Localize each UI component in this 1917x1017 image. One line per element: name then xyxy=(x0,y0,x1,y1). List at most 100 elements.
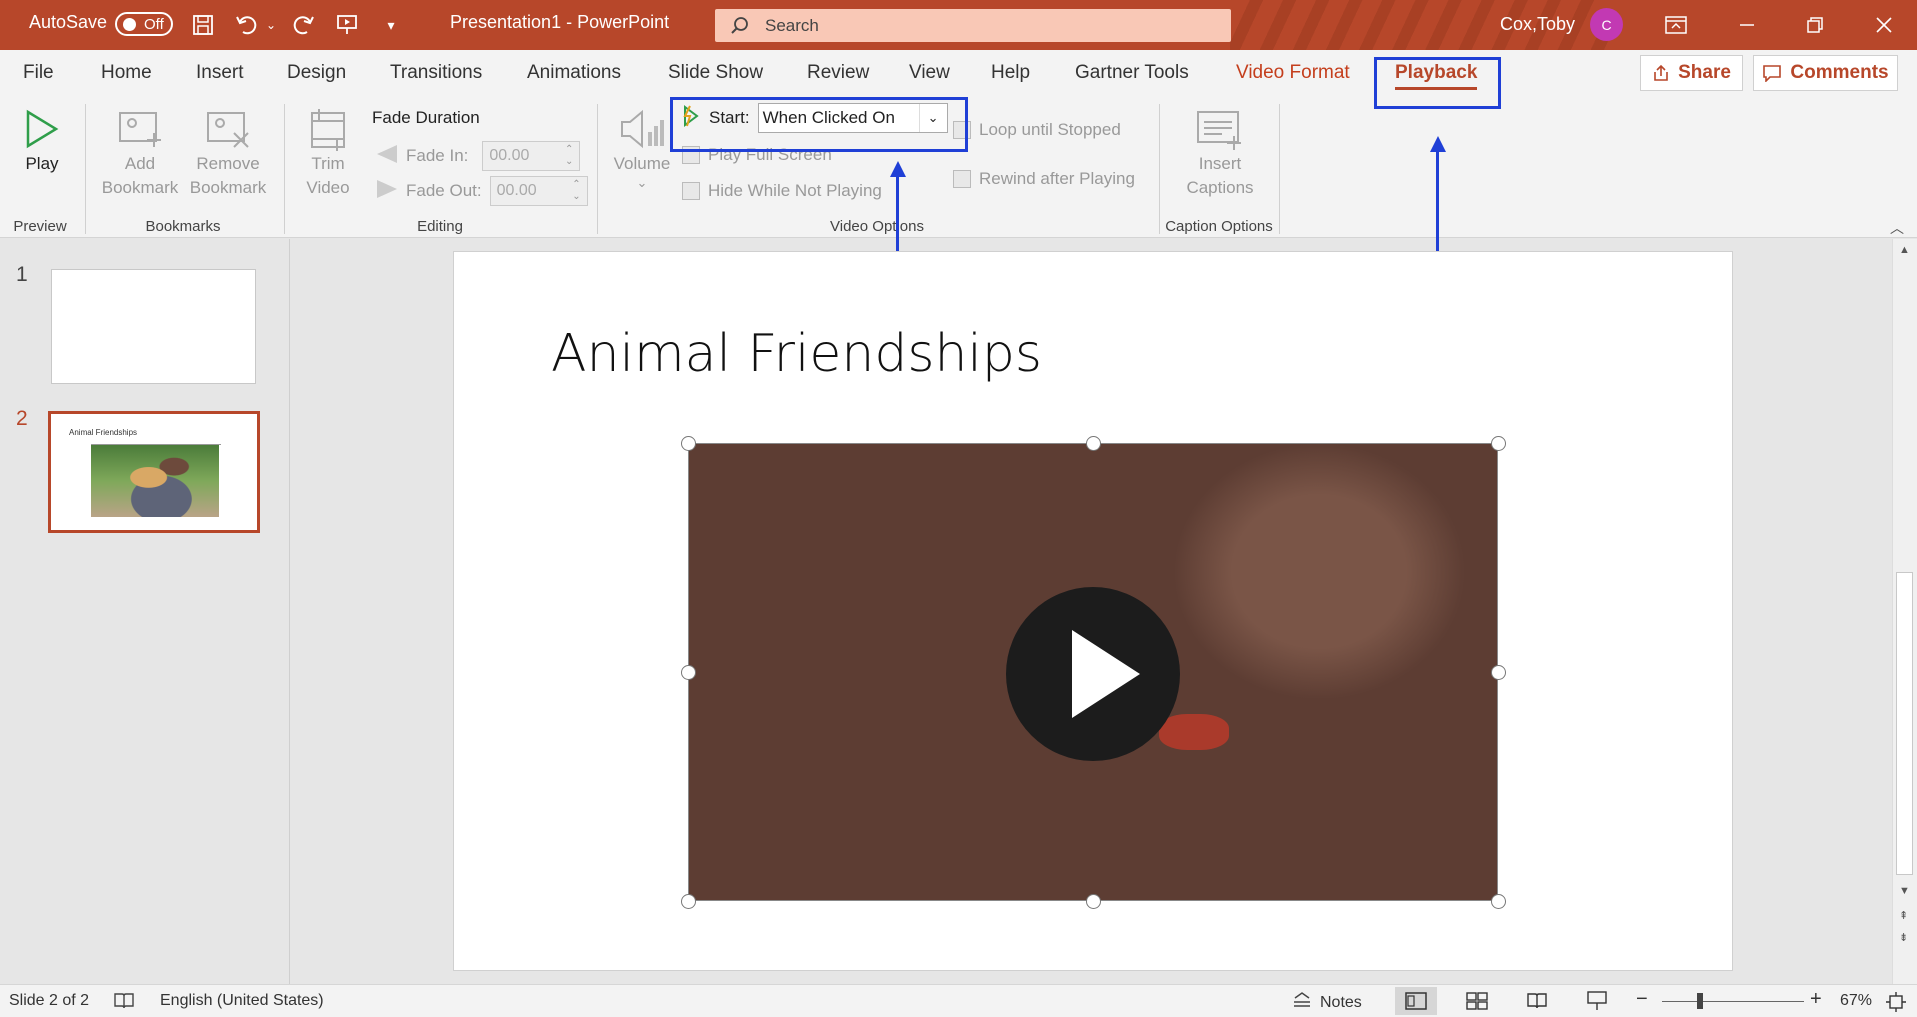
comments-button[interactable]: Comments xyxy=(1753,55,1898,91)
slide-canvas[interactable]: Animal Friendships xyxy=(453,251,1733,971)
tab-review[interactable]: Review xyxy=(807,62,869,84)
redo-icon[interactable] xyxy=(288,10,318,40)
rewind-after-playing-checkbox[interactable]: Rewind after Playing xyxy=(953,169,1135,189)
tab-transitions[interactable]: Transitions xyxy=(390,62,482,84)
add-bookmark-button[interactable]: Add Bookmark xyxy=(98,106,182,200)
tab-animations[interactable]: Animations xyxy=(527,62,621,84)
avatar[interactable]: C xyxy=(1590,8,1623,41)
zoom-level[interactable]: 67% xyxy=(1840,992,1872,1010)
hide-while-not-playing-checkbox[interactable]: Hide While Not Playing xyxy=(682,181,882,201)
tab-gartner-tools[interactable]: Gartner Tools xyxy=(1075,62,1189,84)
insert-captions-button[interactable]: Insert Captions xyxy=(1166,106,1274,200)
customize-qat-icon[interactable]: ▾ xyxy=(376,10,406,40)
vertical-scrollbar[interactable]: ▲ ▼ ⇞ ⇟ xyxy=(1892,239,1917,984)
scroll-up-icon[interactable]: ▲ xyxy=(1899,244,1910,256)
insert-captions-label-1: Insert xyxy=(1198,154,1242,173)
trim-video-icon xyxy=(308,106,348,152)
slide-thumbnail-2[interactable]: Animal Friendships xyxy=(48,411,260,533)
zoom-in-button[interactable]: + xyxy=(1810,988,1822,1011)
search-icon xyxy=(715,16,765,36)
scrollbar-thumb[interactable] xyxy=(1896,572,1913,875)
add-bookmark-icon xyxy=(118,106,162,152)
collapse-ribbon-icon[interactable]: ︿ xyxy=(1890,218,1904,238)
fade-in-value: 00.00 xyxy=(489,147,530,164)
tab-file[interactable]: File xyxy=(23,62,54,84)
rewind-after-playing-label: Rewind after Playing xyxy=(979,169,1135,188)
share-button[interactable]: Share xyxy=(1640,55,1743,91)
resize-handle[interactable] xyxy=(1086,894,1101,909)
resize-handle[interactable] xyxy=(681,665,696,680)
video-object[interactable] xyxy=(688,443,1498,901)
insert-captions-icon xyxy=(1196,106,1244,152)
resize-handle[interactable] xyxy=(1491,894,1506,909)
minimize-icon[interactable] xyxy=(1727,10,1767,40)
slide-thumbnail-1[interactable] xyxy=(51,269,256,384)
resize-handle[interactable] xyxy=(1491,665,1506,680)
zoom-slider[interactable] xyxy=(1662,1001,1804,1002)
autosave-toggle[interactable]: Off xyxy=(115,12,173,36)
highlight-start-option xyxy=(670,97,968,152)
separator xyxy=(597,104,598,234)
autosave-label: AutoSave xyxy=(29,12,108,32)
tab-video-format[interactable]: Video Format xyxy=(1236,62,1350,84)
volume-button[interactable]: Volume ⌄ xyxy=(608,106,676,190)
autosave-state: Off xyxy=(144,15,164,33)
search-placeholder: Search xyxy=(765,15,819,35)
volume-dropdown-icon: ⌄ xyxy=(636,175,648,190)
highlight-playback-tab xyxy=(1374,57,1501,109)
notes-button[interactable]: Notes xyxy=(1292,992,1362,1013)
previous-slide-icon[interactable]: ⇞ xyxy=(1899,909,1908,922)
resize-handle[interactable] xyxy=(681,436,696,451)
save-icon[interactable] xyxy=(188,10,218,40)
play-label: Play xyxy=(25,154,59,173)
comment-icon xyxy=(1763,65,1782,82)
loop-until-stopped-checkbox[interactable]: Loop until Stopped xyxy=(953,120,1121,140)
close-icon[interactable] xyxy=(1864,10,1904,40)
tab-insert[interactable]: Insert xyxy=(196,62,244,84)
accessibility-icon[interactable] xyxy=(113,992,135,1010)
slide-thumbnail-pane: 1 2 Animal Friendships xyxy=(0,239,290,984)
zoom-slider-thumb[interactable] xyxy=(1697,993,1703,1009)
toggle-knob xyxy=(123,17,136,31)
fit-to-window-icon[interactable] xyxy=(1886,992,1906,1012)
group-editing-label: Editing xyxy=(417,218,463,235)
fade-out-spinner[interactable]: 00.00 ⌃ ⌄ xyxy=(489,176,588,206)
trim-video-button[interactable]: Trim Video xyxy=(300,106,356,200)
next-slide-icon[interactable]: ⇟ xyxy=(1899,931,1908,944)
search-box[interactable]: Search xyxy=(715,9,1231,42)
separator xyxy=(85,104,86,234)
user-name[interactable]: Cox,Toby xyxy=(1500,14,1575,35)
video-play-icon[interactable] xyxy=(1006,587,1180,761)
remove-bookmark-icon xyxy=(206,106,250,152)
loop-until-stopped-label: Loop until Stopped xyxy=(979,120,1121,139)
ribbon-display-options-icon[interactable] xyxy=(1656,10,1696,40)
reading-view-icon[interactable] xyxy=(1516,987,1558,1015)
remove-bookmark-button[interactable]: Remove Bookmark xyxy=(185,106,271,200)
undo-dropdown-icon[interactable]: ⌄ xyxy=(262,10,280,40)
tab-design[interactable]: Design xyxy=(287,62,346,84)
slide-title[interactable]: Animal Friendships xyxy=(551,324,1042,384)
play-button[interactable]: Play xyxy=(18,106,66,176)
tab-slide-show[interactable]: Slide Show xyxy=(668,62,763,84)
fade-in-row: Fade In: 00.00 ⌃ ⌄ xyxy=(376,141,581,171)
fade-in-spinner[interactable]: 00.00 ⌃ ⌄ xyxy=(482,141,581,171)
resize-handle[interactable] xyxy=(681,894,696,909)
tab-view[interactable]: View xyxy=(909,62,950,84)
hide-while-not-playing-label: Hide While Not Playing xyxy=(708,181,882,200)
tab-home[interactable]: Home xyxy=(101,62,152,84)
slide-sorter-icon[interactable] xyxy=(1456,987,1498,1015)
checkbox-box xyxy=(953,170,971,188)
spinner-arrows-icon: ⌃ ⌄ xyxy=(572,179,581,202)
trim-video-label-1: Trim xyxy=(311,154,345,173)
undo-icon[interactable] xyxy=(232,10,262,40)
slide-show-view-icon[interactable] xyxy=(1576,987,1618,1015)
restore-icon[interactable] xyxy=(1795,10,1835,40)
present-from-beginning-icon[interactable] xyxy=(332,10,362,40)
language-indicator[interactable]: English (United States) xyxy=(160,992,324,1010)
tab-help[interactable]: Help xyxy=(991,62,1030,84)
zoom-out-button[interactable]: − xyxy=(1636,988,1648,1011)
scroll-down-icon[interactable]: ▼ xyxy=(1899,885,1910,897)
resize-handle[interactable] xyxy=(1086,436,1101,451)
normal-view-icon[interactable] xyxy=(1395,987,1437,1015)
resize-handle[interactable] xyxy=(1491,436,1506,451)
